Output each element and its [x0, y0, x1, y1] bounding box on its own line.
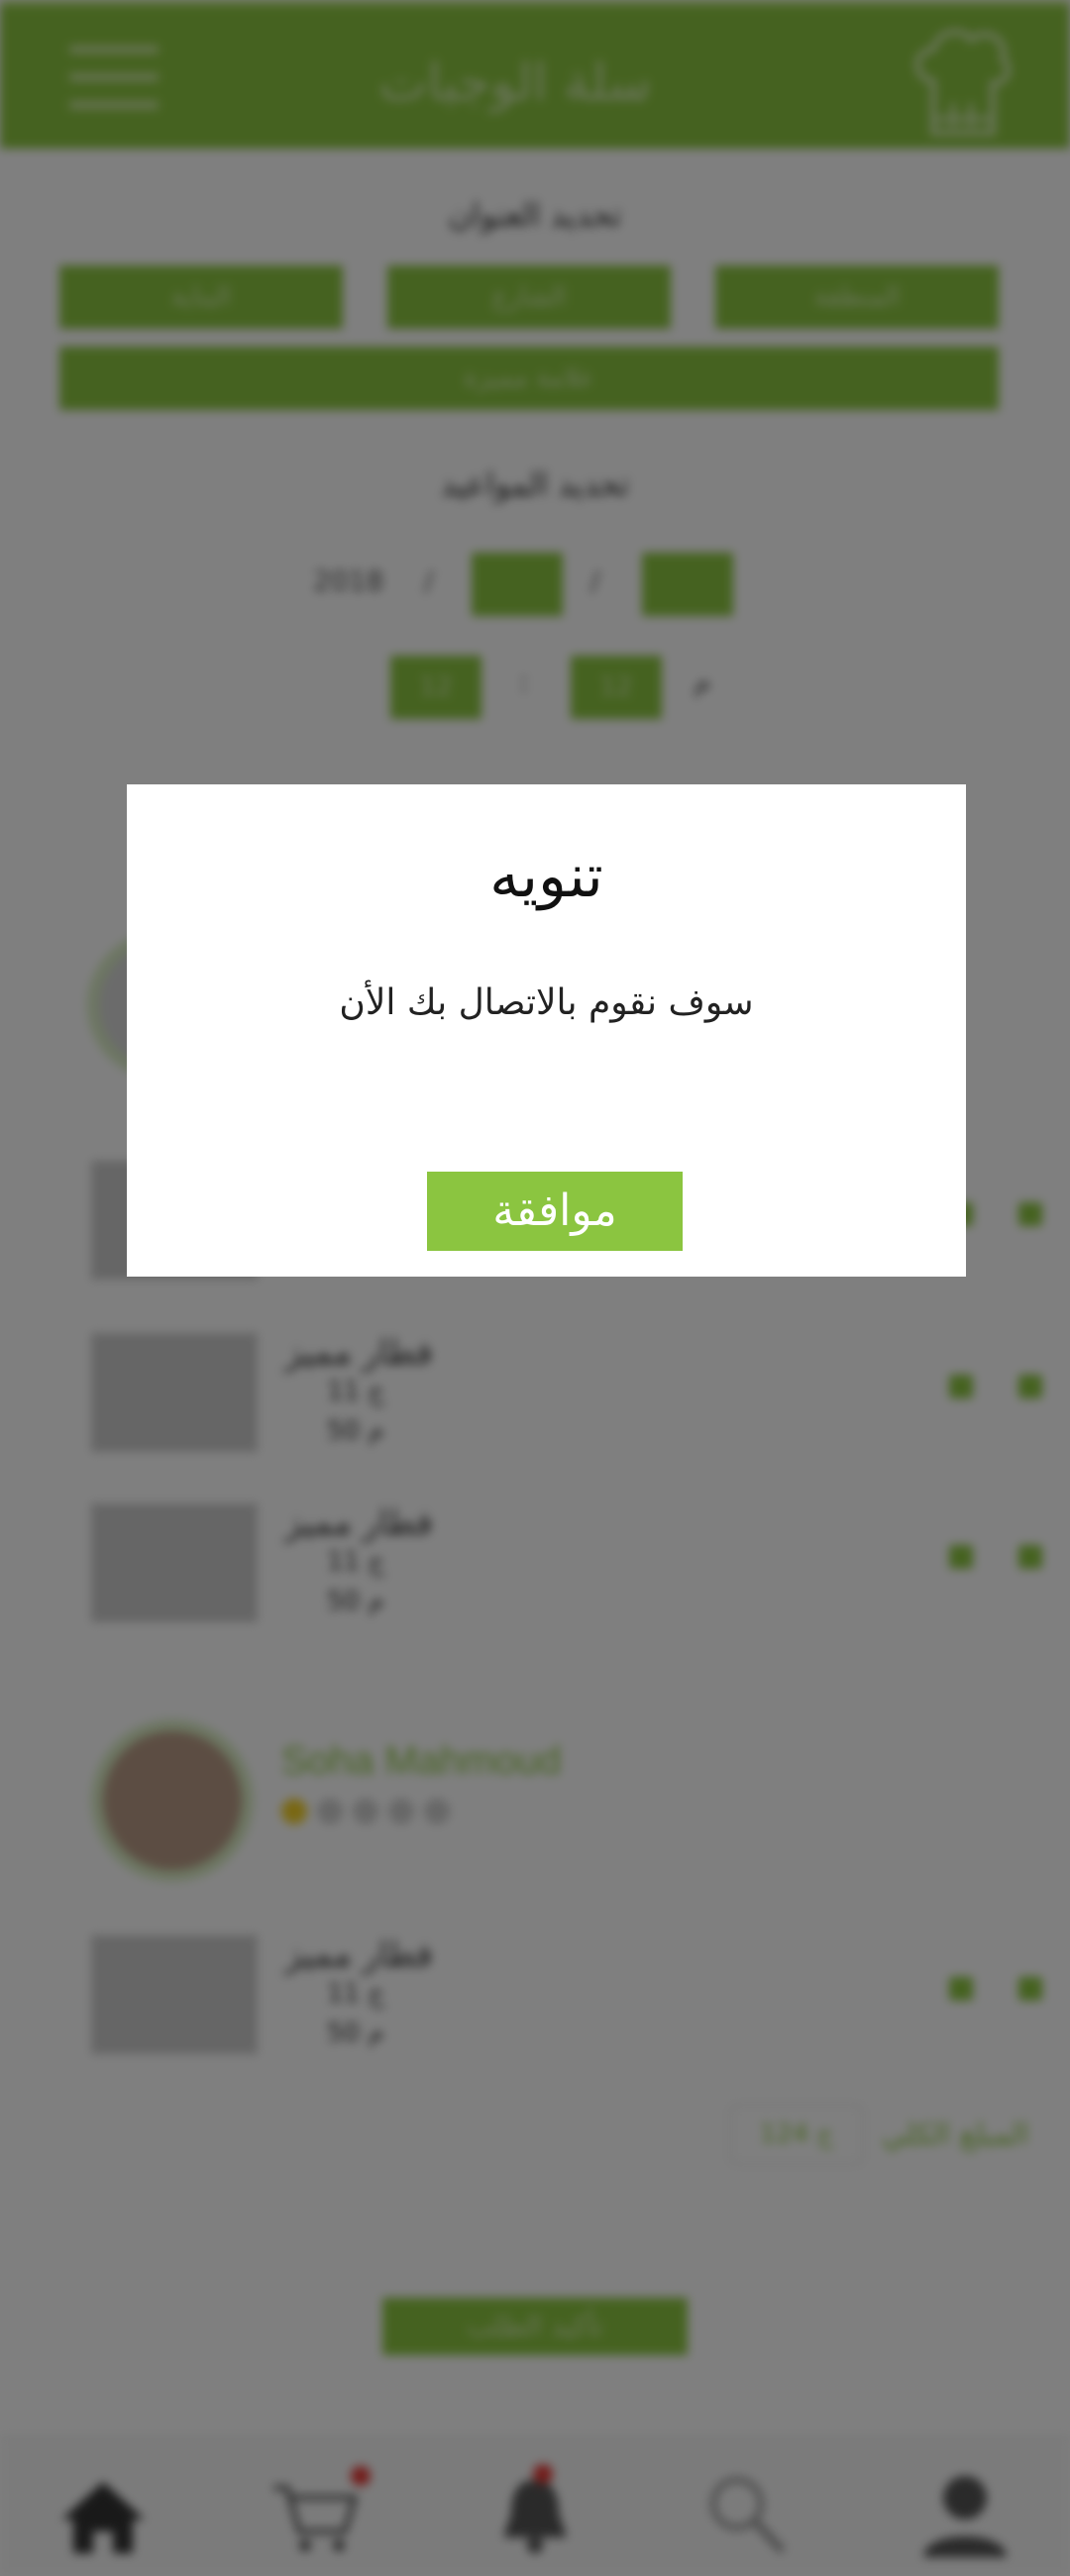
notice-dialog: تنويه سوف نقوم بالاتصال بك الأن موافقة	[127, 784, 966, 1277]
dialog-message: سوف نقوم بالاتصال بك الأن	[339, 982, 754, 1023]
agree-button[interactable]: موافقة	[427, 1172, 683, 1251]
modal-overlay	[0, 0, 1070, 2576]
dialog-title: تنويه	[489, 842, 603, 911]
